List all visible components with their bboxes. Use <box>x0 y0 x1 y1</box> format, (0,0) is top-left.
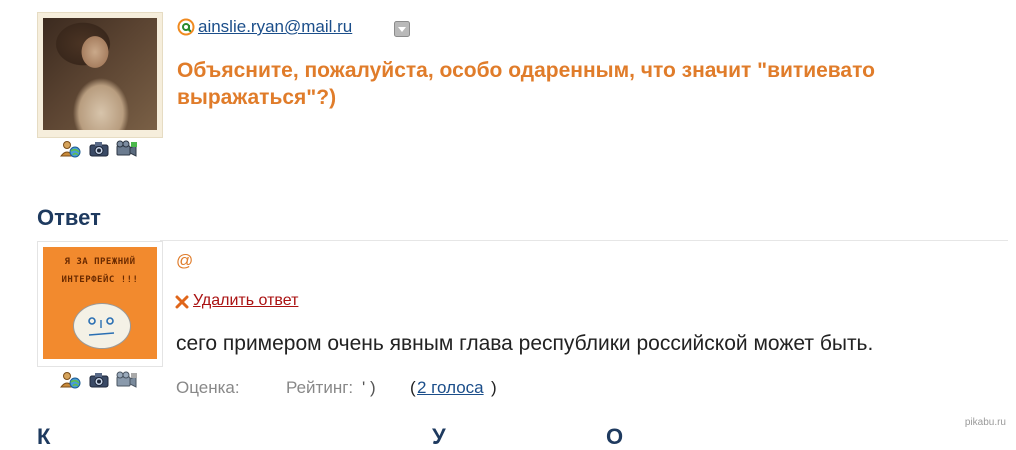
cutoff-letter-b: У <box>432 424 446 449</box>
avatar-caption-line1: Я ЗА ПРЕЖНИЙ <box>64 257 136 267</box>
rank-value: ' ) <box>362 378 376 397</box>
face-drawing <box>73 303 131 349</box>
votes-link-text[interactable]: 2 голоса <box>417 378 484 397</box>
cutoff-letter-c: О <box>606 424 624 449</box>
votes-link[interactable]: 2 голоса <box>417 378 484 398</box>
question-author-photo <box>43 18 157 130</box>
avatar-caption-line2: ИНТЕРФЕЙС !!! <box>61 275 139 285</box>
votes-close: ) <box>491 378 497 397</box>
dropdown-arrow-icon[interactable] <box>394 21 410 42</box>
answer-divider <box>160 240 1008 241</box>
question-author-icons <box>59 140 138 158</box>
rating-label: Оценка: <box>176 378 240 397</box>
delete-answer-link[interactable]: Удалить ответ <box>193 292 298 310</box>
answer-author-icons <box>59 371 138 389</box>
answer-author-image: Я ЗА ПРЕЖНИЙ ИНТЕРФЕЙС !!! <box>43 247 157 359</box>
delete-x-icon[interactable] <box>175 295 189 314</box>
cutoff-letter-a: К <box>37 424 51 449</box>
answer-author-avatar[interactable]: Я ЗА ПРЕЖНИЙ ИНТЕРФЕЙС !!! <box>37 241 163 367</box>
user-globe-icon[interactable] <box>59 140 82 158</box>
user-globe-icon[interactable] <box>59 371 82 389</box>
question-title: Объясните, пожалуйста, особо одаренным, … <box>177 59 875 109</box>
answer-author-symbol[interactable]: @ <box>176 251 193 271</box>
question-author-avatar[interactable] <box>37 12 163 138</box>
rank-label: Рейтинг: <box>286 378 354 397</box>
camera-icon[interactable] <box>88 371 110 389</box>
watermark: pikabu.ru <box>964 417 1006 428</box>
camera-icon[interactable] <box>88 140 110 158</box>
mail-at-icon <box>177 18 195 41</box>
video-camera-icon[interactable] <box>116 371 138 389</box>
answer-text: сего примером очень явным глава республи… <box>176 332 874 355</box>
video-camera-icon[interactable] <box>116 140 138 158</box>
answer-heading: Ответ <box>37 205 101 230</box>
question-author-link[interactable]: ainslie.ryan@mail.ru <box>198 17 352 37</box>
votes-open: ( <box>410 378 416 397</box>
